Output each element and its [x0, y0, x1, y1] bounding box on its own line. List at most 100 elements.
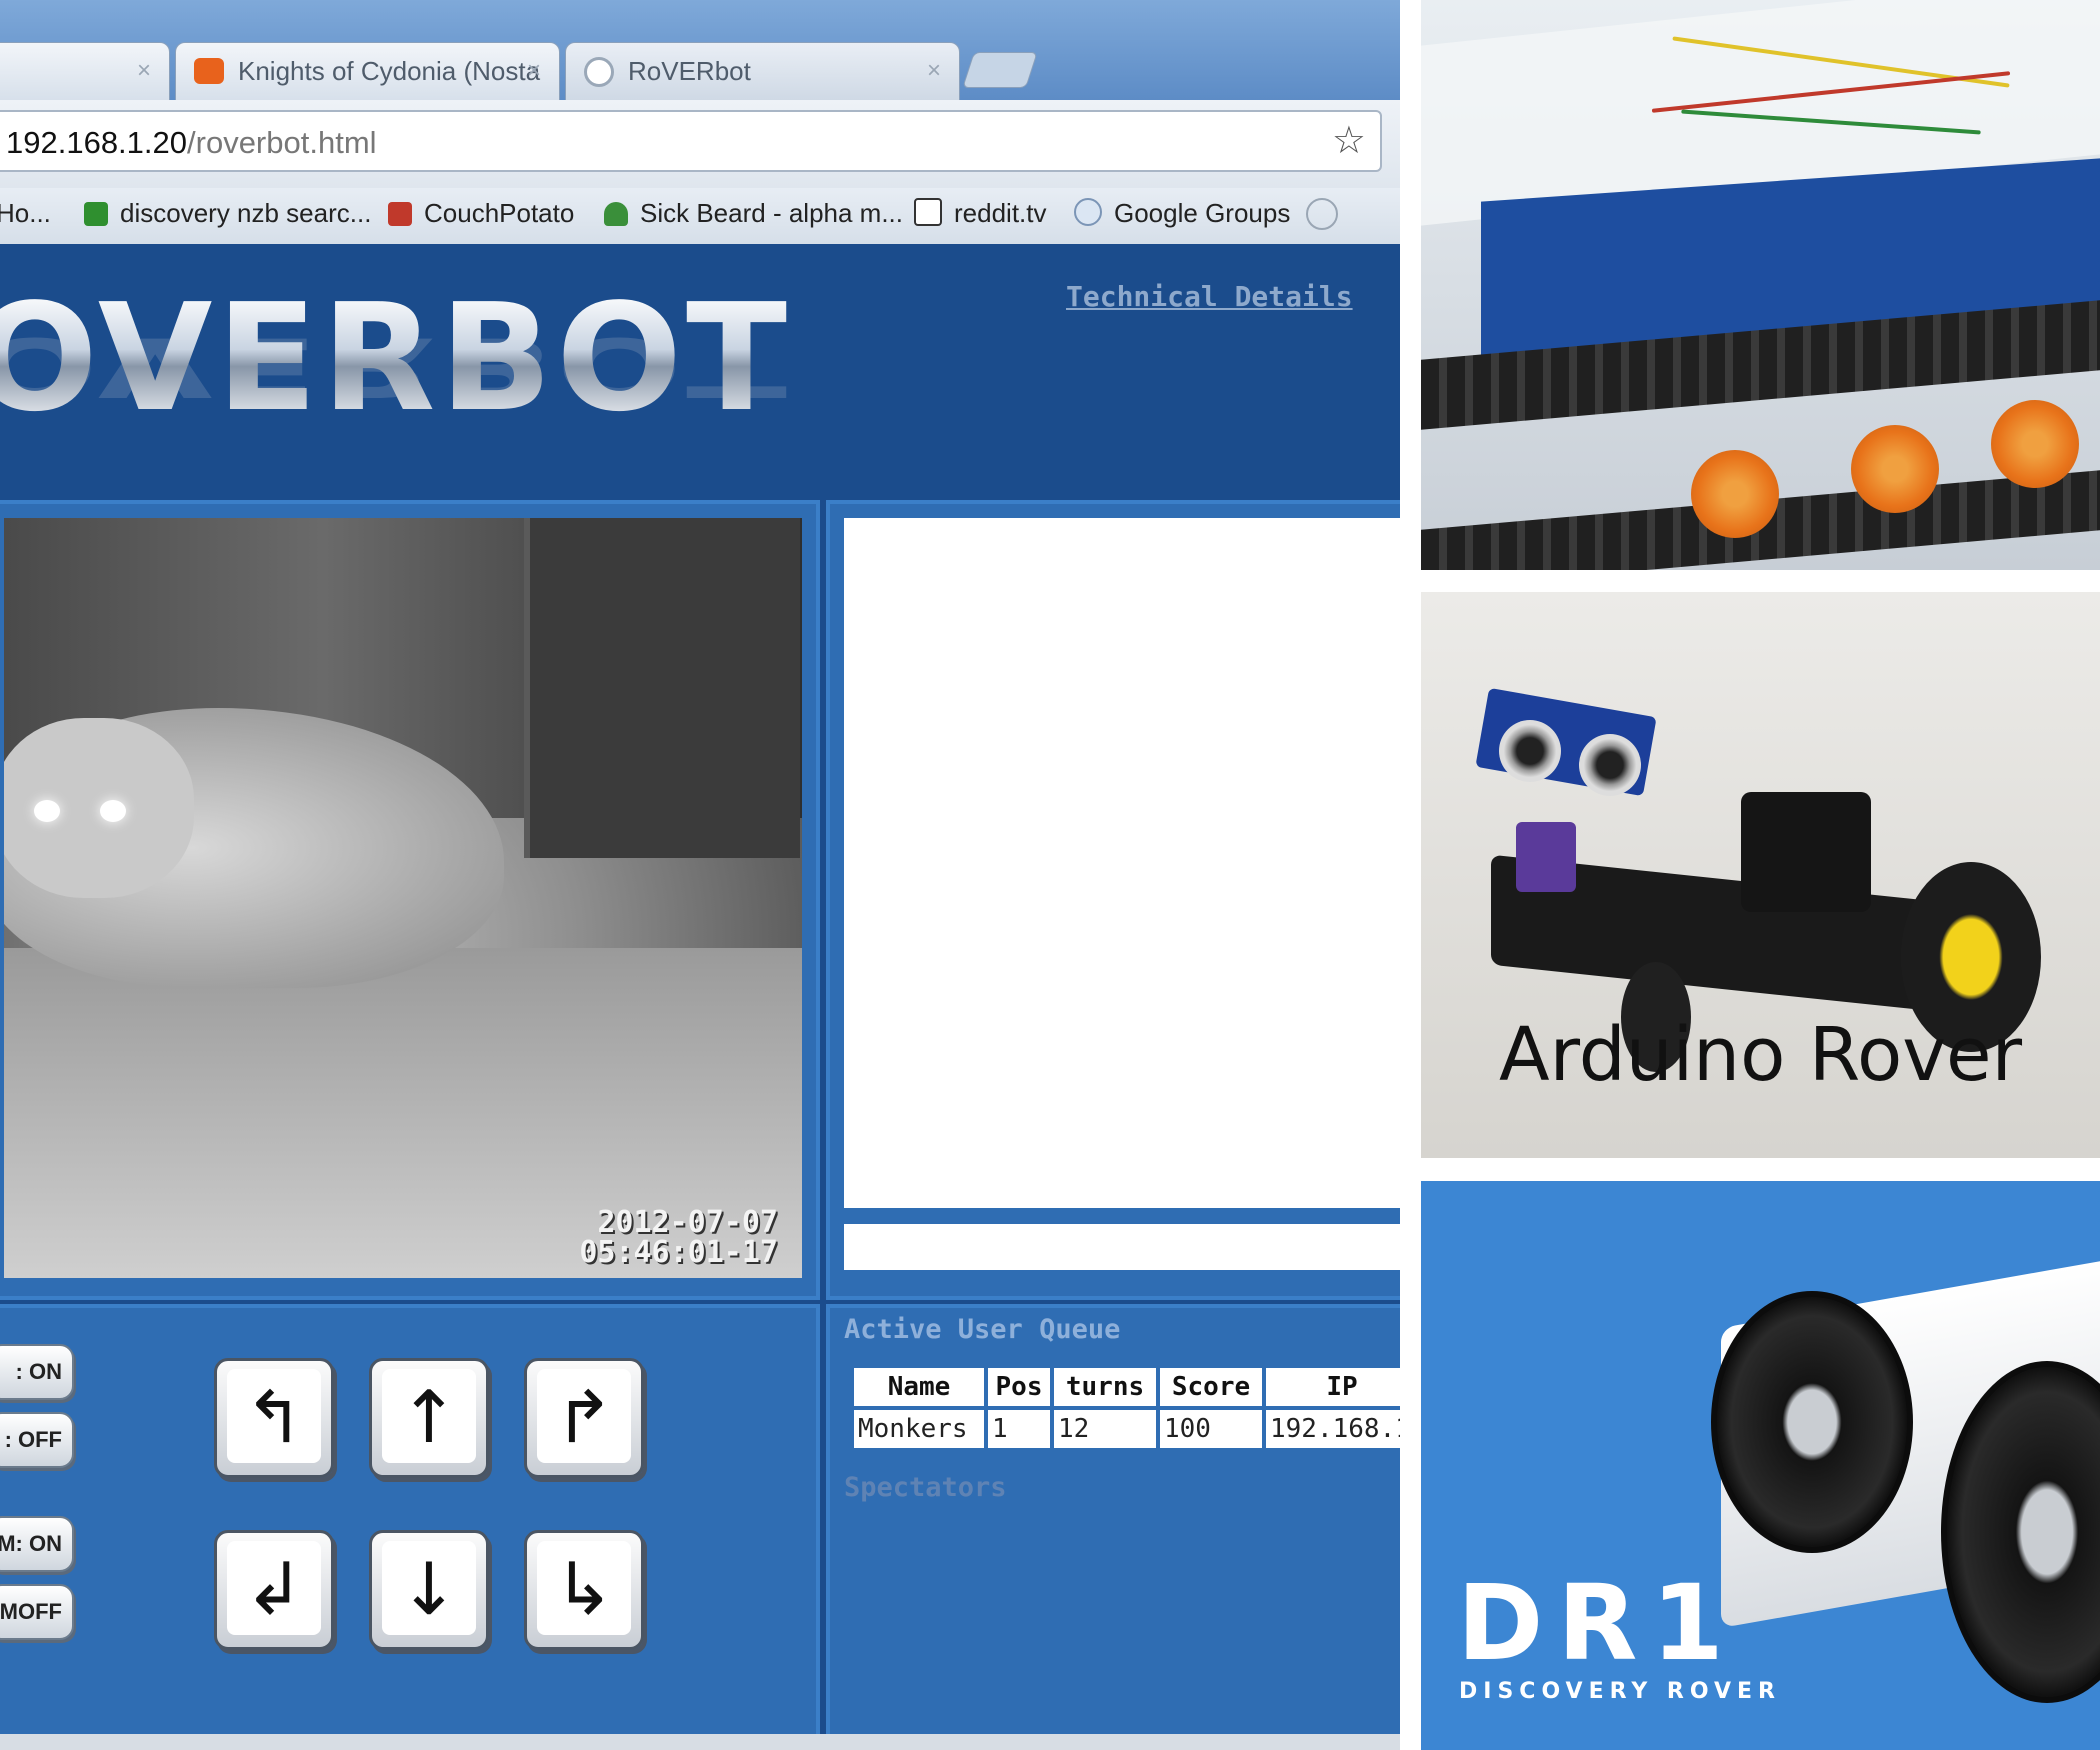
- forward-button[interactable]: ↑: [369, 1358, 489, 1478]
- spectators-label: Spectators: [844, 1472, 1007, 1503]
- video-panel: 2012-07-07 05:46:01-17: [0, 500, 820, 1300]
- back-left-button[interactable]: ↲: [214, 1530, 334, 1650]
- couchpotato-icon: [388, 202, 412, 226]
- timestamp-time: 05:46:01-17: [579, 1235, 778, 1270]
- turn-left-arrow-icon: ↰: [243, 1375, 305, 1459]
- new-tab-button[interactable]: [962, 52, 1038, 88]
- sickbeard-icon: [604, 202, 628, 226]
- rover-wheel: [1691, 450, 1779, 538]
- arduino-rover-caption: Arduino Rover: [1499, 1012, 2022, 1098]
- feed-timestamp: 2012-07-07 05:46:01-17: [579, 1208, 778, 1268]
- tab-untitled[interactable]: ×: [0, 42, 170, 100]
- rover-wheel: [1711, 1291, 1913, 1553]
- up-arrow-icon: ↑: [398, 1375, 460, 1459]
- feed-cat-head: [4, 718, 194, 898]
- url-path: /roverbot.html: [187, 125, 377, 160]
- tab-label: RoVERbot: [628, 56, 751, 86]
- table-header-row: Name Pos turns Score IP: [854, 1368, 1400, 1406]
- address-bar: 192.168.1.20/roverbot.html ☆: [0, 100, 1400, 189]
- bookmark-label: discovery nzb searc...: [120, 198, 372, 228]
- table-cell: 1: [988, 1410, 1050, 1448]
- roverbot-logo: OVERBOT: [0, 272, 791, 444]
- table-cell: Monkers: [854, 1410, 984, 1448]
- bookmark-label: Sick Beard - alpha m...: [640, 198, 903, 228]
- photo-dr1-rover: DR1 DISCOVERY ROVER: [1421, 1181, 2100, 1750]
- backward-button[interactable]: ↓: [369, 1530, 489, 1650]
- bookmark-label: CouchPotato: [424, 198, 575, 228]
- close-icon[interactable]: ×: [927, 43, 941, 99]
- soundcloud-icon: [194, 58, 224, 84]
- bookmark-reddit-tv[interactable]: reddit.tv: [914, 198, 1047, 229]
- cat-eye: [100, 800, 126, 822]
- cat-eye: [34, 800, 60, 822]
- toggle-m-off-button[interactable]: MOFF: [0, 1584, 74, 1640]
- sensor-eye: [1579, 734, 1641, 796]
- page-bottom-strip: [0, 1734, 1400, 1750]
- bookmark-label: reddit.tv: [954, 198, 1047, 228]
- url-input[interactable]: 192.168.1.20/roverbot.html ☆: [0, 110, 1382, 172]
- turn-right-arrow-icon: ↱: [553, 1375, 615, 1459]
- bookmark-home[interactable]: Ho...: [0, 198, 51, 229]
- browser-screenshot: × Knights of Cydonia (Nosta × RoVERbot ×…: [0, 0, 1400, 1750]
- queue-title: Active User Queue: [844, 1314, 1121, 1345]
- url-text: 192.168.1.20/roverbot.html: [6, 125, 377, 161]
- table-cell: 192.168.1: [1266, 1410, 1400, 1448]
- column-header: Name: [854, 1368, 984, 1406]
- queue-panel: Active User Queue Name Pos turns Score I…: [826, 1304, 1400, 1744]
- shield-icon: [84, 202, 108, 226]
- camera-feed: 2012-07-07 05:46:01-17: [4, 518, 802, 1278]
- back-right-arrow-icon: ↳: [553, 1547, 615, 1631]
- photo-tracked-rover: [1421, 0, 2100, 570]
- bookmark-discovery-nzb[interactable]: discovery nzb searc...: [84, 198, 371, 229]
- timestamp-date: 2012-07-07: [597, 1205, 778, 1240]
- battery-pack: [1741, 792, 1871, 912]
- column-header: Score: [1160, 1368, 1262, 1406]
- globe-icon[interactable]: [1306, 198, 1338, 230]
- column-header: IP: [1266, 1368, 1400, 1406]
- technical-details-link[interactable]: Technical Details: [1066, 280, 1353, 313]
- page-icon: [584, 57, 614, 87]
- roverbot-page: OVERBOT OVERBOT Technical Details 2012-0…: [0, 244, 1400, 1750]
- tab-bar: × Knights of Cydonia (Nosta × RoVERbot ×: [0, 0, 1400, 100]
- column-header: Pos: [988, 1368, 1050, 1406]
- url-host: 192.168.1.20: [6, 125, 188, 160]
- tab-roverbot[interactable]: RoVERbot ×: [565, 42, 960, 100]
- table-cell: 100: [1160, 1410, 1262, 1448]
- chat-input[interactable]: [844, 1224, 1400, 1270]
- column-header: turns: [1054, 1368, 1156, 1406]
- chat-bubble-icon: [1074, 198, 1102, 226]
- bookmark-couchpotato[interactable]: CouchPotato: [388, 198, 574, 229]
- turn-right-button[interactable]: ↱: [524, 1358, 644, 1478]
- bookmark-label: Google Groups: [1114, 198, 1291, 228]
- rover-wheel: [1991, 400, 2079, 488]
- tab-soundcloud[interactable]: Knights of Cydonia (Nosta ×: [175, 42, 560, 100]
- bookmark-label: Ho...: [0, 198, 51, 228]
- bookmark-google-groups[interactable]: Google Groups: [1074, 198, 1290, 229]
- table-row: Monkers 1 12 100 192.168.1: [854, 1410, 1400, 1448]
- toggle-off-button[interactable]: : OFF: [0, 1412, 74, 1468]
- controls-panel: : ON : OFF M: ON MOFF ↰ ↑ ↱ ↲ ↓ ↳: [0, 1304, 820, 1744]
- user-queue-table: Name Pos turns Score IP Monkers 1 12 100…: [850, 1364, 1400, 1452]
- feed-door: [524, 518, 800, 858]
- chat-log: [844, 518, 1400, 1208]
- back-right-button[interactable]: ↳: [524, 1530, 644, 1650]
- photo-arduino-rover: Arduino Rover: [1421, 592, 2100, 1158]
- down-arrow-icon: ↓: [398, 1547, 460, 1631]
- dr1-logo: DR1: [1457, 1562, 1738, 1684]
- turn-left-button[interactable]: ↰: [214, 1358, 334, 1478]
- toggle-on-button[interactable]: : ON: [0, 1344, 74, 1400]
- bookmarks-bar: Ho... discovery nzb searc... CouchPotato…: [0, 188, 1400, 246]
- table-cell: 12: [1054, 1410, 1156, 1448]
- tv-icon: [914, 198, 942, 226]
- toggle-m-on-button[interactable]: M: ON: [0, 1516, 74, 1572]
- close-icon[interactable]: ×: [527, 43, 541, 99]
- tab-label: Knights of Cydonia (Nosta: [238, 56, 541, 86]
- bookmark-star-icon[interactable]: ☆: [1332, 118, 1366, 163]
- close-icon[interactable]: ×: [137, 43, 151, 99]
- rover-wheel: [1851, 425, 1939, 513]
- bookmark-sickbeard[interactable]: Sick Beard - alpha m...: [604, 198, 903, 229]
- back-left-arrow-icon: ↲: [243, 1547, 305, 1631]
- chat-panel: [826, 500, 1400, 1300]
- sensor-eye: [1499, 720, 1561, 782]
- dr1-subtitle: DISCOVERY ROVER: [1459, 1679, 1781, 1704]
